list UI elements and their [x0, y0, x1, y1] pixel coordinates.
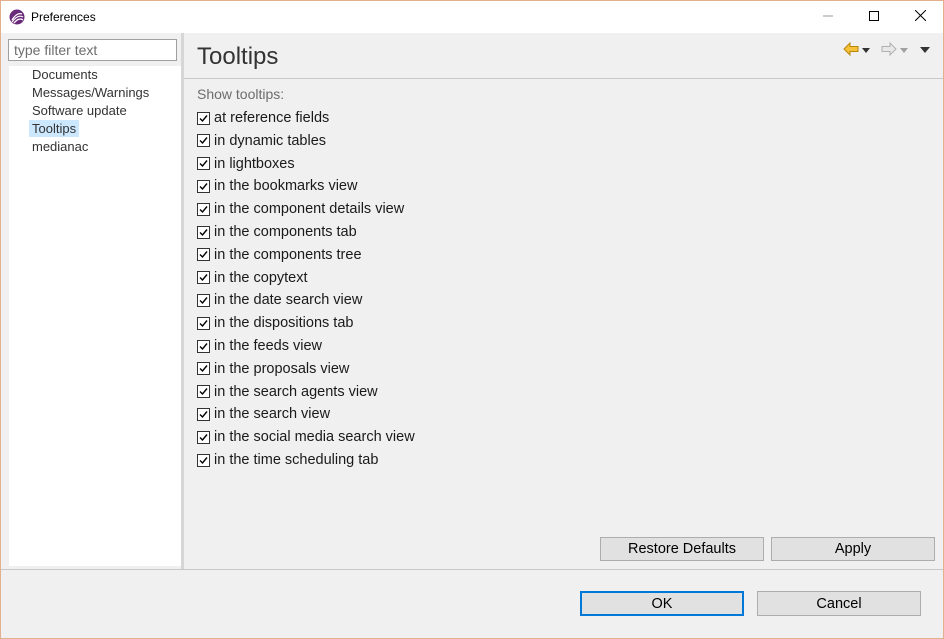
maximize-button[interactable] [851, 1, 897, 33]
checkbox-checked[interactable] [197, 225, 210, 239]
back-arrow-icon[interactable] [843, 41, 859, 61]
preference-page: Tooltips Show tooltips: at reference fie… [184, 33, 943, 569]
tooltip-option-row[interactable]: in the copytext [197, 268, 308, 288]
tooltip-option-row[interactable]: in lightboxes [197, 154, 295, 174]
title-separator [184, 78, 943, 79]
view-menu-icon[interactable] [919, 42, 931, 60]
tooltip-option-label: in the bookmarks view [214, 178, 358, 195]
tooltip-option-row[interactable]: in the dispositions tab [197, 313, 353, 333]
checkbox-checked[interactable] [197, 134, 210, 148]
tooltip-option-row[interactable]: in the bookmarks view [197, 176, 357, 196]
checkbox-checked[interactable] [197, 453, 210, 467]
checkbox-checked[interactable] [197, 271, 210, 285]
tooltip-option-label: in the copytext [214, 269, 308, 286]
checkbox-checked[interactable] [197, 179, 210, 193]
checkbox-checked[interactable] [197, 385, 210, 399]
tooltip-option-label: in the component details view [214, 201, 405, 218]
tooltip-option-row[interactable]: in the date search view [197, 290, 362, 310]
tooltip-option-label: in dynamic tables [214, 132, 327, 149]
tree-item-messages-warnings[interactable]: Messages/Warnings [29, 84, 152, 101]
tooltip-option-label: in the search view [214, 406, 331, 423]
tree-item-documents[interactable]: Documents [29, 66, 101, 83]
close-icon [914, 8, 926, 26]
tooltip-option-row[interactable]: in the search agents view [197, 382, 378, 402]
checkbox-checked[interactable] [197, 248, 210, 262]
checkbox-checked[interactable] [197, 430, 210, 444]
tooltip-option-label: in lightboxes [214, 155, 295, 172]
tooltip-option-label: in the feeds view [214, 338, 323, 354]
tooltip-option-row[interactable]: in the search view [197, 404, 330, 424]
tree-item-tooltips[interactable]: Tooltips [29, 120, 80, 137]
tooltip-option-row[interactable]: in the components tree [197, 245, 362, 265]
tooltip-option-label: in the proposals view [214, 360, 350, 377]
tree-item-medianac[interactable]: medianac [29, 138, 91, 155]
tooltip-option-row[interactable]: in the feeds view [197, 336, 322, 356]
apply-button[interactable]: Apply [771, 537, 935, 561]
footer-separator [1, 569, 943, 570]
show-tooltips-label: Show tooltips: [197, 86, 285, 102]
tooltip-option-label: in the search agents view [214, 383, 378, 400]
back-dropdown-icon[interactable] [861, 42, 871, 60]
tooltip-option-row[interactable]: in the components tab [197, 222, 357, 242]
checkbox-checked[interactable] [197, 202, 210, 216]
tooltip-option-row[interactable]: at reference fields [197, 108, 329, 128]
minimize-button[interactable] [805, 1, 851, 33]
tooltip-option-label: in the dispositions tab [214, 315, 354, 332]
preference-tree: Documents Messages/Warnings Software upd… [9, 66, 181, 566]
tooltip-option-row[interactable]: in dynamic tables [197, 131, 326, 151]
forward-arrow-icon[interactable] [881, 41, 897, 61]
title-bar: Preferences [1, 1, 943, 33]
checkbox-checked[interactable] [197, 316, 210, 330]
preferences-window: Preferences Documents Messages/Warnings … [0, 0, 944, 639]
tree-item-software-update[interactable]: Software update [29, 102, 130, 119]
maximize-icon [869, 8, 879, 26]
tooltip-option-row[interactable]: in the component details view [197, 199, 404, 219]
tooltip-option-row[interactable]: in the social media search view [197, 427, 415, 447]
tooltip-option-label: in the social media search view [214, 429, 415, 446]
restore-defaults-button[interactable]: Restore Defaults [600, 537, 764, 561]
tooltip-option-label: in the components tab [214, 224, 357, 240]
window-title: Preferences [31, 10, 96, 24]
close-button[interactable] [897, 1, 943, 33]
tooltip-option-label: in the date search view [214, 292, 363, 309]
tooltip-option-row[interactable]: in the proposals view [197, 359, 349, 379]
app-logo-icon [9, 9, 25, 25]
checkbox-checked[interactable] [197, 407, 210, 421]
checkbox-checked[interactable] [197, 111, 210, 125]
checkbox-checked[interactable] [197, 293, 210, 307]
ok-button[interactable]: OK [580, 591, 744, 616]
minimize-icon [823, 8, 833, 26]
tooltip-option-label: at reference fields [214, 110, 330, 126]
checkbox-checked[interactable] [197, 362, 210, 376]
filter-input[interactable] [8, 39, 177, 61]
checkbox-checked[interactable] [197, 339, 210, 353]
preference-tree-panel: Documents Messages/Warnings Software upd… [1, 33, 181, 569]
checkbox-checked[interactable] [197, 157, 210, 171]
forward-dropdown-icon[interactable] [899, 42, 909, 60]
cancel-button[interactable]: Cancel [757, 591, 921, 616]
tooltip-option-row[interactable]: in the time scheduling tab [197, 450, 378, 470]
page-title: Tooltips [197, 43, 279, 70]
tooltip-option-label: in the time scheduling tab [214, 452, 379, 468]
tooltip-option-label: in the components tree [214, 246, 362, 263]
page-navigation [843, 41, 931, 61]
